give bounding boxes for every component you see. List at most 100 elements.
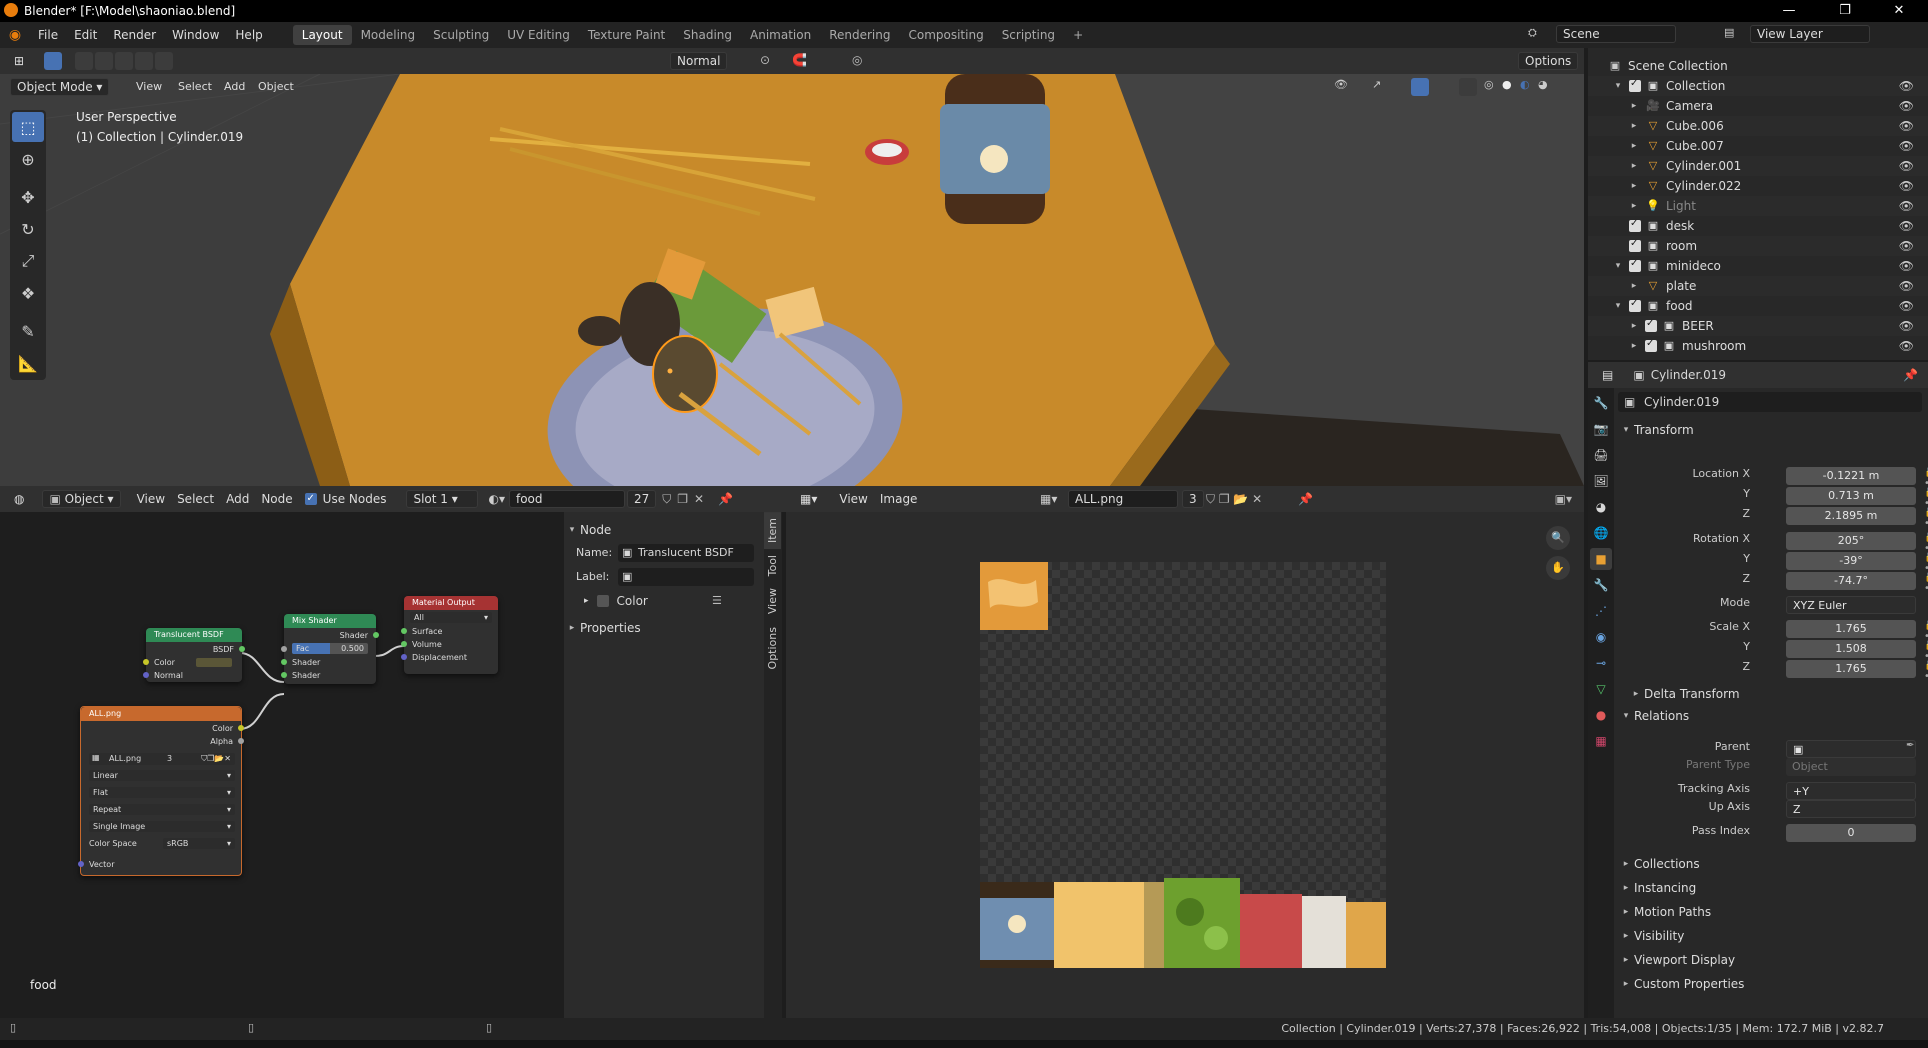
visibility-eye-icon[interactable]: 👁	[1899, 99, 1914, 113]
data-tab-icon[interactable]: ▽	[1590, 678, 1612, 700]
pan-hand-icon[interactable]: ✋	[1546, 556, 1570, 580]
node-name-field[interactable]: ▣ Translucent BSDF	[618, 544, 754, 562]
expand-arrow-icon[interactable]: ▸	[1628, 101, 1640, 111]
tab-shading[interactable]: Shading	[674, 25, 741, 45]
wireframe-shading-icon[interactable]: ◎	[1484, 78, 1494, 91]
render-tab-icon[interactable]: 📷	[1590, 418, 1612, 440]
image-header-icons[interactable]: ⛉ ❐ 📂 ✕	[1206, 492, 1262, 507]
outliner-row[interactable]: ▸ ▣ BEER 👁	[1588, 316, 1928, 336]
outliner-row[interactable]: ▣ room 👁	[1588, 236, 1928, 256]
mode-subtract-icon[interactable]	[115, 52, 134, 70]
motion-paths-section[interactable]: ▸ Motion Paths	[1618, 900, 1918, 924]
image-alpha-socket[interactable]	[238, 738, 244, 744]
scale-tool-icon[interactable]: ⤢	[12, 246, 44, 276]
lock-icon[interactable]: 🔓 •	[1924, 660, 1928, 682]
image-editor[interactable]: ▦▾ View Image ▦▾ ALL.png 3 ⛉ ❐ 📂 ✕ 📌 ▣▾ …	[786, 486, 1584, 1018]
node-pin-icon[interactable]: 📌	[718, 492, 733, 506]
relations-section[interactable]: ▾ Relations	[1618, 704, 1918, 728]
material-output-node[interactable]: Material Output All ▾ Surface Volume Disp…	[401, 596, 498, 674]
image-texture-node[interactable]: ALL.png Color Alpha ▦ ALL.png 3 ⛉❐📂✕ Lin…	[78, 706, 244, 876]
location-y-field[interactable]: 0.713 m	[1786, 487, 1916, 505]
mode-new-icon[interactable]	[75, 52, 94, 70]
image-pin-icon[interactable]: 📌	[1298, 492, 1313, 506]
fac-input-socket[interactable]	[281, 646, 287, 652]
image-node-icons[interactable]: ⛉❐📂✕	[201, 753, 231, 765]
visibility-eye-icon[interactable]: 👁	[1899, 119, 1914, 133]
parent-field[interactable]: ▣	[1786, 740, 1916, 758]
exclude-checkbox[interactable]	[1629, 218, 1641, 232]
color-space-dropdown[interactable]: sRGB ▾	[163, 838, 235, 849]
image-name-header-field[interactable]: ALL.png	[1068, 490, 1178, 508]
image-editor-type-icon[interactable]: ▦▾	[794, 490, 823, 508]
visibility-eye-icon[interactable]: 👁	[1899, 219, 1914, 233]
tab-uv-editing[interactable]: UV Editing	[498, 25, 579, 45]
output-target-dropdown[interactable]: All ▾	[410, 612, 492, 623]
scene-tab-icon[interactable]: ◕	[1590, 496, 1612, 518]
shader-input-socket-2[interactable]	[281, 672, 287, 678]
outliner-row[interactable]: ▾ ▣ minideco 👁	[1588, 256, 1928, 276]
bsdf-output-socket[interactable]	[239, 646, 245, 652]
mode-extend-icon[interactable]	[95, 52, 114, 70]
lock-icon[interactable]: 🔓 •	[1924, 532, 1928, 554]
sidebar-tab-options[interactable]: Options	[764, 621, 781, 675]
modifier-tab-icon[interactable]: 🔧	[1590, 574, 1612, 596]
sidebar-tab-item[interactable]: Item	[764, 512, 781, 550]
up-axis-field[interactable]: Z	[1786, 800, 1916, 818]
physics-tab-icon[interactable]: ◉	[1590, 626, 1612, 648]
constraints-tab-icon[interactable]: ⊸	[1590, 652, 1612, 674]
options-dropdown[interactable]: Options	[1518, 52, 1579, 70]
transform-tool-icon[interactable]: ❖	[12, 278, 44, 308]
3d-viewport[interactable]: Object Mode ▾ View Select Add Object 👁 ↗…	[0, 74, 1584, 486]
translucent-bsdf-node[interactable]: Translucent BSDF BSDF Color Normal	[143, 628, 245, 682]
visibility-eye-icon[interactable]: 👁	[1899, 79, 1914, 93]
instancing-section[interactable]: ▸ Instancing	[1618, 876, 1918, 900]
tool-tab-icon[interactable]: 🔧	[1590, 392, 1612, 414]
tab-texture-paint[interactable]: Texture Paint	[579, 25, 674, 45]
scale-x-field[interactable]: 1.765	[1786, 620, 1916, 638]
gizmo-icon[interactable]: ↗	[1372, 78, 1381, 91]
outliner-row[interactable]: ▸ ▽ Cylinder.001 👁	[1588, 156, 1928, 176]
expand-arrow-icon[interactable]: ▾	[1612, 301, 1624, 311]
menu-view[interactable]: View	[130, 78, 168, 95]
visibility-icon[interactable]: 👁	[1334, 78, 1348, 91]
normal-input-socket[interactable]	[143, 672, 149, 678]
solid-shading-icon[interactable]: ●	[1502, 78, 1512, 91]
blender-menu-icon[interactable]: ◉	[0, 27, 30, 43]
maximize-button[interactable]: ❐	[1822, 0, 1868, 22]
expand-arrow-icon[interactable]: ▸	[1628, 121, 1640, 131]
delta-transform-section[interactable]: ▸ Delta Transform	[1628, 682, 1928, 706]
annotate-tool-icon[interactable]: ✎	[12, 316, 44, 346]
menu-node-node[interactable]: Node	[255, 490, 298, 508]
outliner-row[interactable]: ▸ 💡 Light 👁	[1588, 196, 1928, 216]
snap-icon[interactable]: 🧲	[792, 53, 807, 67]
outliner-row[interactable]: ▸ ▣ mushroom 👁	[1588, 336, 1928, 356]
vector-input-socket[interactable]	[78, 861, 84, 867]
menu-file[interactable]: File	[30, 28, 66, 42]
outliner-row[interactable]: ▸ ▽ Cylinder.022 👁	[1588, 176, 1928, 196]
move-tool-icon[interactable]: ✥	[12, 182, 44, 212]
duplicate-material-icon[interactable]: ❐	[677, 492, 688, 506]
rotation-mode-field[interactable]: XYZ Euler	[1786, 596, 1916, 614]
tab-modeling[interactable]: Modeling	[352, 25, 425, 45]
rotate-tool-icon[interactable]: ↻	[12, 214, 44, 244]
outliner-row[interactable]: ▸ ▽ Cube.007 👁	[1588, 136, 1928, 156]
outliner-row[interactable]: ▾ ▣ Collection 👁	[1588, 76, 1928, 96]
output-tab-icon[interactable]: 🖨	[1590, 444, 1612, 466]
color-list-icon[interactable]: ☰	[712, 594, 722, 607]
displacement-input-socket[interactable]	[401, 654, 407, 660]
expand-arrow-icon[interactable]: ▾	[1612, 261, 1624, 271]
collections-section[interactable]: ▸ Collections	[1618, 852, 1918, 876]
scale-y-field[interactable]: 1.508	[1786, 640, 1916, 658]
surface-input-socket[interactable]	[401, 628, 407, 634]
xray-icon[interactable]	[1459, 78, 1477, 96]
exclude-checkbox[interactable]	[1645, 318, 1657, 332]
transform-orientation-dropdown[interactable]: Normal	[670, 52, 728, 70]
menu-image-image[interactable]: Image	[874, 490, 924, 508]
source-dropdown[interactable]: Single Image ▾	[89, 821, 235, 832]
lock-icon[interactable]: 🔓 •	[1924, 620, 1928, 642]
tracking-axis-field[interactable]: +Y	[1786, 782, 1916, 800]
outliner-row[interactable]: ▸ 🎥 Camera 👁	[1588, 96, 1928, 116]
visibility-eye-icon[interactable]: 👁	[1899, 199, 1914, 213]
select-box-icon[interactable]	[44, 52, 63, 70]
view-layer-selector[interactable]: View Layer	[1750, 25, 1870, 43]
